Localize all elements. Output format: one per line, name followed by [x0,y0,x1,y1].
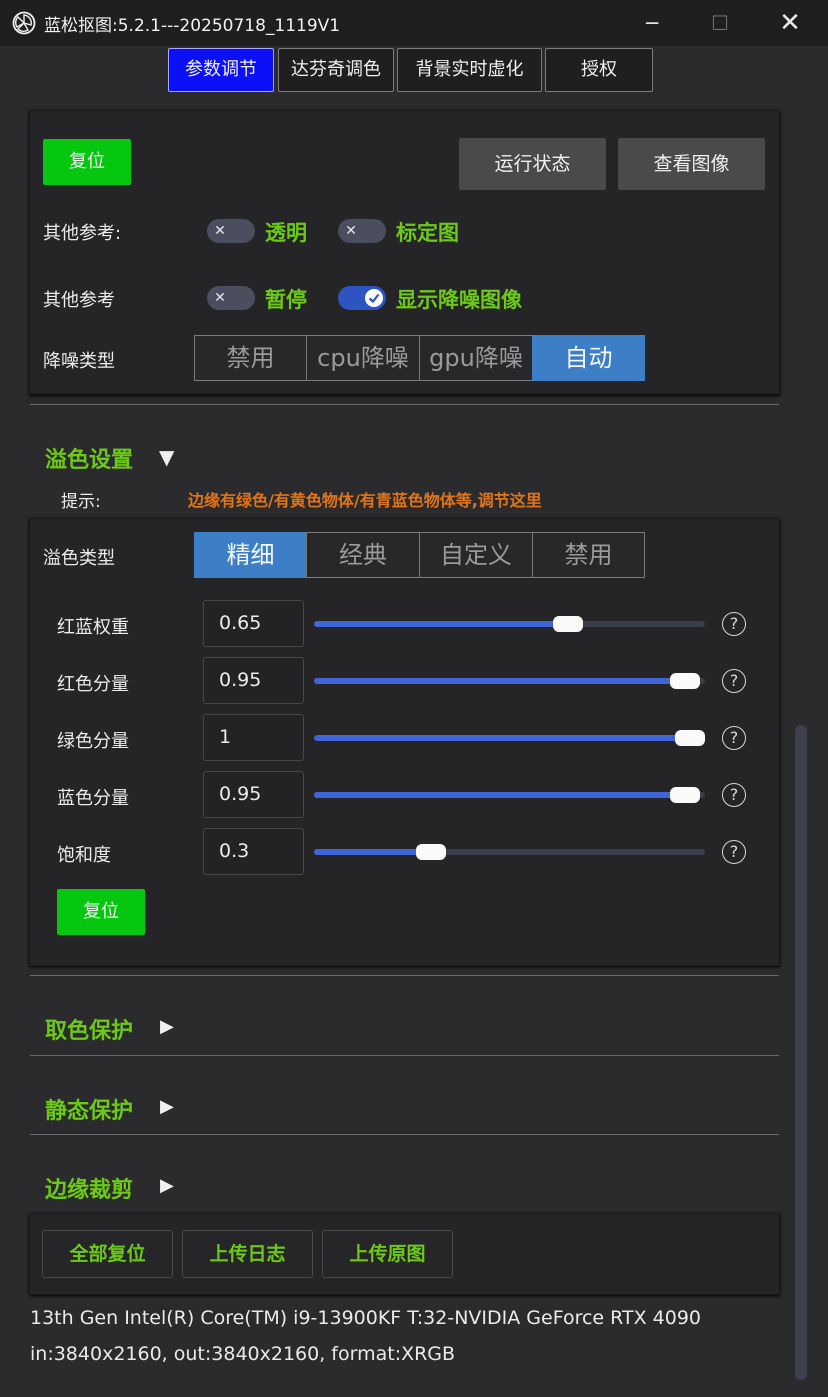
run-state-button[interactable]: 运行状态 [459,138,606,190]
x-icon: ✕ [211,222,229,240]
tab-background-blur[interactable]: 背景实时虚化 [397,48,542,92]
slider-label: 红蓝权重 [57,617,129,638]
reset-button[interactable]: 复位 [43,139,131,185]
io-format-info: in:3840x2160, out:3840x2160, format:XRGB [30,1343,456,1365]
tab-license[interactable]: 授权 [545,48,653,92]
spill-option-disabled[interactable]: 禁用 [532,532,645,578]
hint-text: 边缘有绿色/有黄色物体/有青蓝色物体等,调节这里 [188,491,542,510]
slider-thumb[interactable] [670,787,701,803]
spill-reset-button[interactable]: 复位 [57,889,145,935]
expand-right-icon[interactable]: ▶ [160,1016,174,1037]
slider-fill [314,792,686,798]
help-icon[interactable]: ? [722,726,746,750]
spill-option-fine[interactable]: 精细 [194,532,307,578]
maximize-button[interactable]: ☐ [698,8,742,38]
green-component-slider[interactable] [314,730,705,746]
view-image-button[interactable]: 查看图像 [618,138,765,190]
hint-label: 提示: [61,492,101,512]
red-blue-weight-input[interactable]: 0.65 [203,600,304,647]
red-component-slider[interactable] [314,673,705,689]
upload-raw-image-button[interactable]: 上传原图 [322,1230,453,1278]
saturation-slider[interactable] [314,844,705,860]
spill-type-label: 溢色类型 [43,548,115,569]
divider [30,975,779,976]
divider [30,1055,779,1056]
calibration-toggle[interactable]: ✕ [338,219,386,243]
slider-fill [314,735,690,741]
show-denoise-toggle-label: 显示降噪图像 [396,288,522,312]
help-icon[interactable]: ? [722,840,746,864]
divider [30,1134,779,1135]
hardware-info: 13th Gen Intel(R) Core(TM) i9-13900KF T:… [30,1307,701,1329]
green-component-input[interactable]: 1 [203,714,304,761]
red-blue-weight-slider[interactable] [314,616,705,632]
slider-fill [314,678,686,684]
color-pick-protection-title[interactable]: 取色保护 [45,1013,133,1045]
transparent-toggle-label: 透明 [265,221,307,245]
slider-fill [314,849,432,855]
saturation-input[interactable]: 0.3 [203,828,304,875]
vertical-scrollbar[interactable] [795,725,807,1380]
edge-crop-title[interactable]: 边缘裁剪 [45,1172,133,1204]
denoise-option-auto[interactable]: 自动 [532,335,645,381]
slider-thumb[interactable] [416,844,447,860]
tab-davinci-color[interactable]: 达芬奇调色 [278,48,394,92]
close-button[interactable]: ✕ [768,8,812,38]
other-reference-label: 其他参考: [43,223,122,244]
show-denoise-toggle[interactable] [338,286,386,310]
denoise-option-cpu[interactable]: cpu降噪 [306,335,420,381]
slider-label: 蓝色分量 [57,788,129,809]
pause-toggle[interactable]: ✕ [207,286,255,310]
app-logo-icon [12,11,36,35]
denoise-option-gpu[interactable]: gpu降噪 [419,335,533,381]
red-component-input[interactable]: 0.95 [203,657,304,704]
calibration-toggle-label: 标定图 [396,221,459,245]
slider-label: 绿色分量 [57,731,129,752]
x-icon: ✕ [211,289,229,307]
other-reference-label-2: 其他参考 [43,290,115,311]
denoise-option-disabled[interactable]: 禁用 [194,335,307,381]
blue-component-input[interactable]: 0.95 [203,771,304,818]
spill-option-custom[interactable]: 自定义 [419,532,533,578]
window-title: 蓝松抠图:5.2.1---20250718_1119V1 [44,16,341,36]
upload-log-button[interactable]: 上传日志 [182,1230,313,1278]
static-protection-title[interactable]: 静态保护 [45,1093,133,1125]
tab-params[interactable]: 参数调节 [168,48,274,92]
spill-settings-title[interactable]: 溢色设置 [45,442,133,474]
pause-toggle-label: 暂停 [265,288,307,312]
help-icon[interactable]: ? [722,669,746,693]
denoise-type-label: 降噪类型 [43,351,115,372]
x-icon: ✕ [342,222,360,240]
slider-thumb[interactable] [553,616,584,632]
help-icon[interactable]: ? [722,612,746,636]
slider-fill [314,621,569,627]
expand-right-icon[interactable]: ▶ [160,1096,174,1117]
transparent-toggle[interactable]: ✕ [207,219,255,243]
spill-option-classic[interactable]: 经典 [306,532,420,578]
check-icon [365,289,383,307]
expand-down-icon[interactable]: ▼ [159,445,174,469]
reset-all-button[interactable]: 全部复位 [42,1230,173,1278]
slider-thumb[interactable] [670,673,701,689]
slider-label: 红色分量 [57,674,129,695]
expand-right-icon[interactable]: ▶ [160,1175,174,1196]
blue-component-slider[interactable] [314,787,705,803]
divider [30,404,779,405]
slider-thumb[interactable] [675,730,705,746]
help-icon[interactable]: ? [722,783,746,807]
minimize-button[interactable]: ─ [630,8,674,38]
slider-label: 饱和度 [57,845,111,866]
